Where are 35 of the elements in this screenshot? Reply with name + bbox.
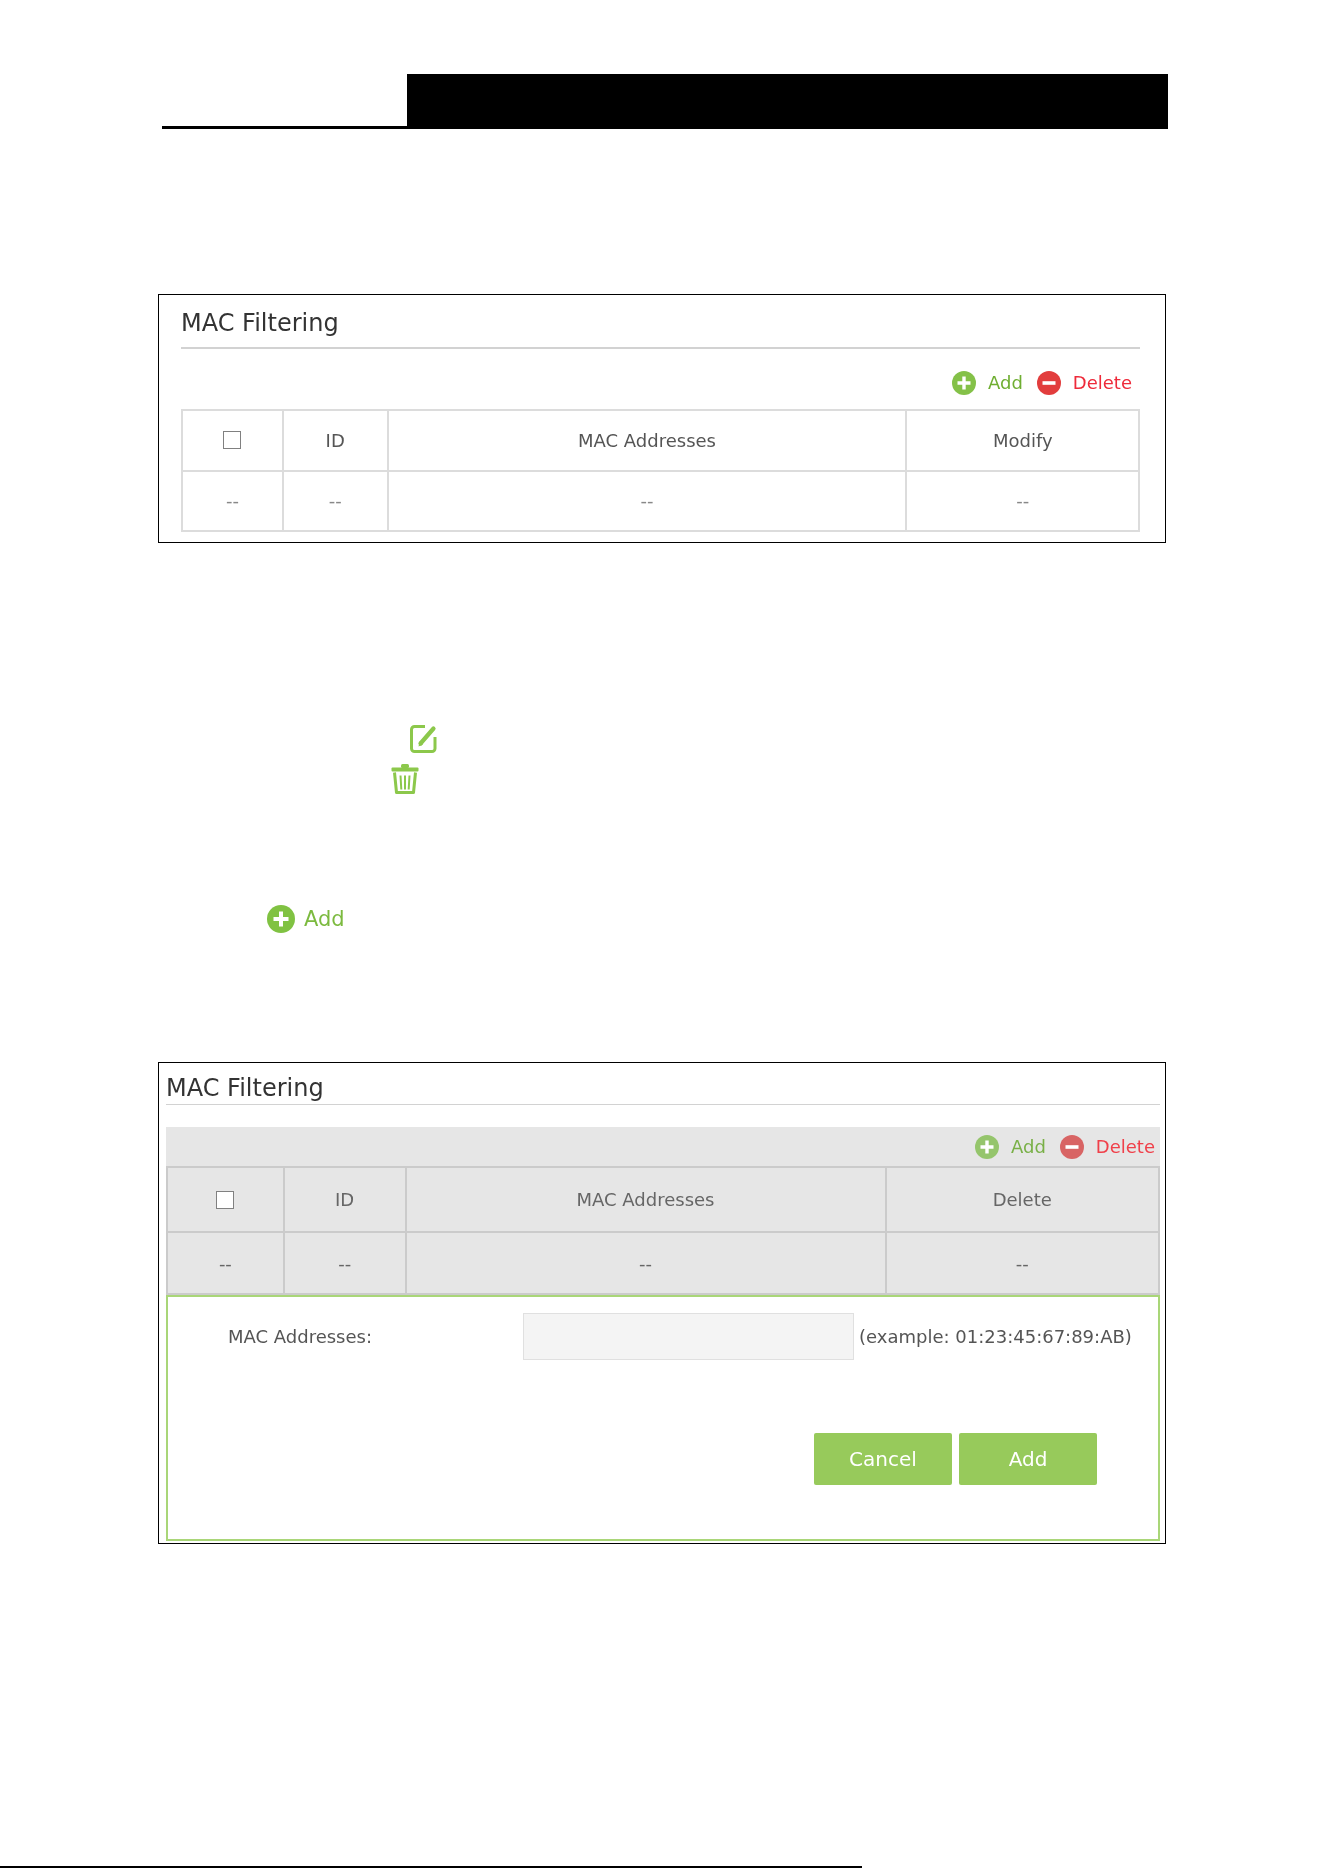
table-cell: -- (284, 1233, 405, 1293)
trash-icon (390, 762, 420, 794)
checkbox[interactable] (216, 1190, 235, 1209)
add-button[interactable]: Add (267, 904, 345, 933)
table-cell: -- (388, 471, 906, 530)
minus-circle-icon (1036, 370, 1061, 395)
edit-icon (408, 722, 437, 753)
delete-button[interactable]: Delete (1036, 370, 1132, 395)
table-cell: -- (907, 471, 1138, 530)
table-cell: -- (168, 1233, 283, 1293)
column-header: Modify (907, 410, 1138, 470)
table-cell: -- (886, 1233, 1158, 1293)
column-header: ID (283, 410, 387, 470)
checkbox[interactable] (223, 431, 242, 449)
panel-title: MAC Filtering (166, 1073, 325, 1102)
mac-address-input[interactable] (523, 1313, 854, 1360)
plus-circle-icon (267, 904, 295, 933)
table-cell: -- (283, 471, 387, 530)
table-cell: -- (406, 1233, 885, 1293)
add-button[interactable]: Add (952, 370, 1023, 395)
field-hint: (example: 01:23:45:67:89:AB) (859, 1326, 1132, 1347)
plus-circle-icon (952, 370, 976, 395)
column-header: ID (284, 1168, 405, 1231)
column-header: MAC Addresses (406, 1168, 885, 1231)
confirm-button[interactable]: Add (959, 1433, 1097, 1485)
delete-button[interactable]: Delete (1059, 1134, 1155, 1159)
panel-title: MAC Filtering (181, 309, 340, 337)
cancel-button[interactable]: Cancel (814, 1433, 952, 1485)
column-header: MAC Addresses (388, 410, 906, 470)
column-header: Delete (886, 1168, 1158, 1231)
minus-circle-icon (1059, 1134, 1084, 1159)
add-button[interactable]: Add (975, 1134, 1046, 1159)
table-cell: -- (183, 471, 282, 530)
plus-circle-icon (975, 1134, 999, 1159)
field-label: MAC Addresses: (228, 1326, 374, 1347)
